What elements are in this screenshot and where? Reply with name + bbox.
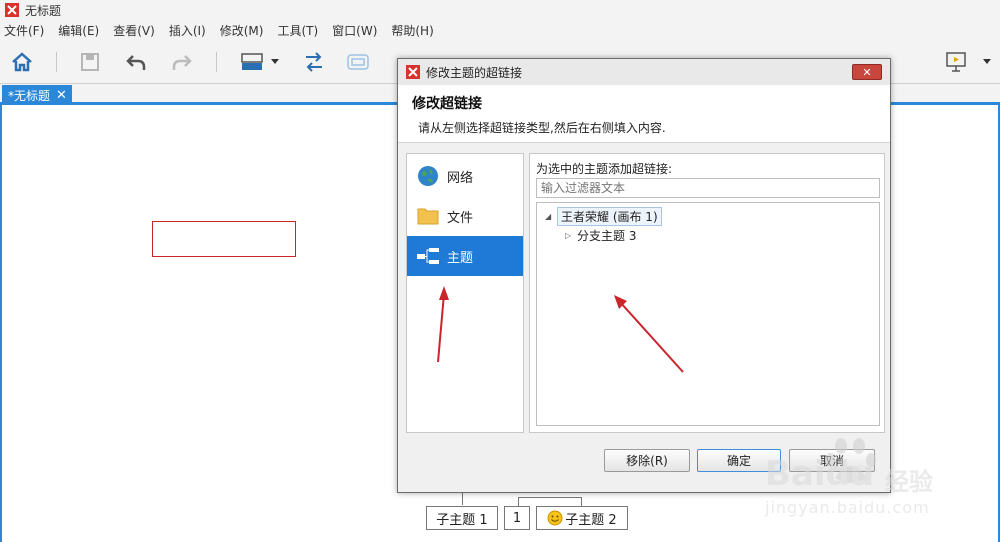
topic-style-button[interactable] [238,48,266,76]
menu-view[interactable]: 查看(V) [113,22,155,39]
undo-button[interactable] [122,48,150,76]
dialog-close-button[interactable]: ✕ [852,64,882,80]
boundary-button[interactable] [344,48,372,76]
close-icon[interactable]: ✕ [56,88,67,103]
link-content-panel: 为选中的主题添加超链接: ◢ 王者荣耀 (画布 1) ▷ 分支主题 3 [529,153,885,433]
presentation-icon [946,52,966,72]
topic-connector [462,493,463,505]
link-type-file[interactable]: 文件 [407,196,523,236]
document-tab-label: *无标题 [8,88,51,103]
dialog-header-title: 修改超链接 [412,96,482,112]
chevron-down-icon [983,59,991,64]
dialog-header-description: 请从左侧选择超链接类型,然后在右侧填入内容. [418,121,666,135]
save-button[interactable] [76,48,104,76]
menu-help[interactable]: 帮助(H) [391,22,433,39]
tree-root-label: 王者荣耀 (画布 1) [557,207,662,226]
subtopic-1-label: 子主题 1 [436,512,488,528]
link-type-topic-label: 主题 [447,250,474,266]
globe-icon [417,165,439,187]
subtopic-2[interactable]: 子主题 2 [536,506,628,530]
relationship-button[interactable] [300,48,328,76]
collapse-triangle-icon[interactable]: ▷ [565,231,577,240]
watermark-cn: 经验 [885,468,933,496]
baidu-watermark: Baidu 经验 jingyan.baidu.com [765,438,965,530]
redo-icon [172,55,192,70]
boundary-icon [347,54,369,70]
topic-structure-icon [417,245,439,267]
dialog-title: 修改主题的超链接 [426,65,523,80]
redo-button[interactable] [168,48,196,76]
smiley-icon [547,510,563,526]
watermark-brand: Baidu [765,454,875,494]
menu-file[interactable]: 文件(F) [4,22,44,39]
hyperlink-dialog: 修改主题的超链接 ✕ 修改超链接 请从左侧选择超链接类型,然后在右侧填入内容. … [397,58,891,493]
expand-triangle-icon[interactable]: ◢ [545,212,557,221]
relationship-icon [306,52,322,72]
tree-child-label: 分支主题 3 [577,229,637,243]
home-button[interactable] [8,48,36,76]
dialog-titlebar: 修改主题的超链接 ✕ [398,59,890,85]
folder-icon [417,205,439,227]
topic-connector [518,497,519,506]
save-icon [81,53,99,71]
topic-number-label: 1 [512,510,522,526]
window-title: 无标题 [25,3,62,18]
presentation-dropdown[interactable] [980,48,994,76]
menu-insert[interactable]: 插入(I) [169,22,206,39]
dialog-header: 修改超链接 请从左侧选择超链接类型,然后在右侧填入内容. [398,85,890,143]
menu-edit[interactable]: 编辑(E) [58,22,99,39]
toolbar-separator [56,52,57,72]
menu-tools[interactable]: 工具(T) [277,22,318,39]
menu-window[interactable]: 窗口(W) [332,22,377,39]
topic-number-badge[interactable]: 1 [504,506,530,530]
xmind-logo-icon [406,65,420,79]
remove-button[interactable]: 移除(R) [604,449,690,472]
link-type-list: 网络 文件 主题 [406,153,524,433]
link-type-file-label: 文件 [447,210,474,226]
tree-root-row[interactable]: ◢ 王者荣耀 (画布 1) [545,207,662,226]
menu-modify[interactable]: 修改(M) [220,22,264,39]
topic-connector [518,497,582,498]
app-titlebar: 无标题 [0,0,1000,20]
filter-input[interactable] [536,178,880,198]
annotation-highlight-box [152,221,296,257]
document-tab[interactable]: *无标题 ✕ [2,85,72,105]
presentation-button[interactable] [942,48,970,76]
link-type-web-label: 网络 [447,170,474,186]
xmind-logo-icon [5,3,19,17]
link-content-label: 为选中的主题添加超链接: [536,162,673,176]
topic-connector [581,497,582,506]
watermark-url: jingyan.baidu.com [765,498,930,517]
undo-icon [126,55,146,70]
link-type-topic[interactable]: 主题 [407,236,523,276]
subtopic-2-label: 子主题 2 [565,512,617,528]
home-icon [12,52,32,72]
menubar: 文件(F) 编辑(E) 查看(V) 插入(I) 修改(M) 工具(T) 窗口(W… [0,20,1000,40]
topic-style-dropdown[interactable] [268,48,282,76]
toolbar-separator [216,52,217,72]
topic-tree[interactable]: ◢ 王者荣耀 (画布 1) ▷ 分支主题 3 [536,202,880,426]
chevron-down-icon [271,59,279,64]
link-type-web[interactable]: 网络 [407,156,523,196]
tree-child-row[interactable]: ▷ 分支主题 3 [565,227,636,244]
topic-box-icon [241,53,263,70]
subtopic-1[interactable]: 子主题 1 [426,506,498,530]
